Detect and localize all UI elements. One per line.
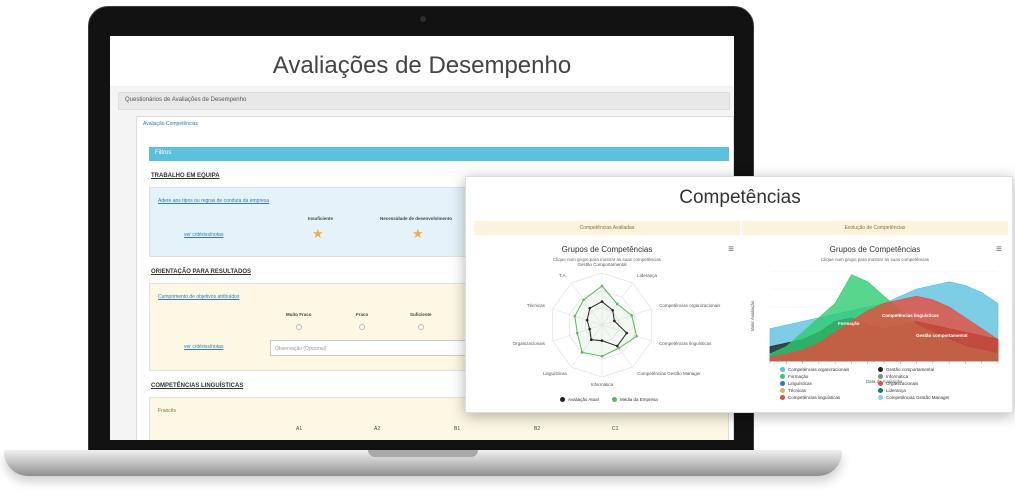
page-header: Avaliações de Desempenho bbox=[110, 36, 734, 86]
legend-item[interactable]: Gestão comportamental bbox=[878, 367, 934, 373]
question-text: Cumprimento de objetivos atribuídos bbox=[158, 294, 240, 300]
breadcrumb-bar: Questionários de Avaliações de Desempenh… bbox=[118, 92, 730, 110]
radar-point[interactable] bbox=[588, 327, 591, 331]
radar-point[interactable] bbox=[582, 298, 585, 302]
radar-panel: Competências Avaliadas Grupos de Competê… bbox=[474, 221, 740, 408]
rating-radio[interactable] bbox=[296, 324, 302, 330]
radar-point[interactable] bbox=[615, 302, 619, 306]
area-panel: Evolução de Competências Grupos de Compe… bbox=[742, 221, 1008, 408]
radar-axis-label: Gestão Comportamental bbox=[577, 262, 627, 267]
section-title-competencias-linguisticas: COMPETÊNCIAS LINGUÍSTICAS bbox=[151, 383, 244, 389]
radar-point[interactable] bbox=[573, 314, 577, 318]
legend-item[interactable]: Técnicas bbox=[780, 388, 806, 394]
radar-axis-label: Competências Gestão Manager bbox=[637, 370, 701, 376]
rating-radio[interactable] bbox=[359, 324, 365, 330]
y-axis-label: Valor Avaliação bbox=[750, 300, 755, 331]
camera-icon bbox=[420, 16, 426, 22]
radar-point[interactable] bbox=[580, 351, 584, 354]
radar-axis-label: T.A. bbox=[558, 273, 567, 279]
laptop-notch bbox=[368, 450, 478, 457]
radar-axis-label: Competências organizacionais bbox=[659, 303, 721, 309]
legend-item[interactable]: Competências linguísticas bbox=[780, 395, 840, 401]
radar-point[interactable] bbox=[585, 318, 589, 322]
scale-label: A1 bbox=[296, 426, 303, 432]
radar-point[interactable] bbox=[600, 300, 604, 303]
legend-item[interactable]: Avaliação Atual bbox=[560, 397, 599, 403]
legend-item[interactable]: Competências Gestão Manager bbox=[878, 395, 950, 401]
radar-point[interactable] bbox=[625, 331, 629, 335]
legend-item[interactable]: Competências organizacionais bbox=[780, 367, 849, 373]
laptop-base bbox=[4, 450, 842, 476]
radar-point[interactable] bbox=[611, 308, 614, 312]
legend-item[interactable]: Formação bbox=[780, 374, 808, 380]
legend-item[interactable]: Média da Empresa bbox=[612, 397, 658, 403]
page-title: Avaliações de Desempenho bbox=[272, 52, 572, 79]
radar-point[interactable] bbox=[615, 344, 619, 348]
legend-item[interactable]: Liderança bbox=[878, 388, 906, 394]
star-icon[interactable]: ★ bbox=[312, 226, 324, 242]
column-label: Suficiente bbox=[410, 312, 432, 317]
legend-item[interactable]: Informática bbox=[878, 374, 908, 380]
star-icon[interactable]: ★ bbox=[412, 226, 424, 242]
column-label: Fraco bbox=[356, 312, 369, 317]
radar-point[interactable] bbox=[630, 314, 633, 317]
area-annotation: Competências linguísticas bbox=[882, 313, 939, 318]
area-annotation: Formação bbox=[838, 321, 860, 326]
radar-point[interactable] bbox=[600, 354, 604, 358]
radar-point[interactable] bbox=[635, 334, 638, 338]
radar-point[interactable] bbox=[613, 319, 616, 323]
legend-item[interactable]: Organizacionais bbox=[878, 381, 918, 387]
radar-axis-label: Organizacionais bbox=[512, 340, 545, 346]
question-text: Adere aos tipos ou regras de conduta da … bbox=[158, 198, 270, 204]
radar-axis-label: Liderança bbox=[637, 273, 658, 279]
radar-axis-label: Informática bbox=[590, 382, 614, 387]
radar-chart[interactable] bbox=[474, 221, 740, 408]
radar-point[interactable] bbox=[600, 284, 604, 288]
radar-axis-label: Técnicas bbox=[526, 303, 545, 309]
breadcrumb[interactable]: Questionários de Avaliações de Desempenh… bbox=[125, 97, 246, 103]
card-title: Competências bbox=[679, 187, 801, 208]
filter-bar[interactable]: Filtros bbox=[149, 147, 729, 161]
radar-point[interactable] bbox=[588, 306, 592, 310]
scale-label: C1 bbox=[612, 426, 619, 432]
legend-item[interactable]: Linguísticas bbox=[780, 381, 812, 387]
section-title-orientacao-resultados: ORIENTAÇÃO PARA RESULTADOS bbox=[151, 269, 251, 275]
tab-competencias[interactable]: Avaliação Competências bbox=[143, 121, 198, 127]
scale-label: B1 bbox=[454, 426, 461, 432]
observation-placeholder: Observação (Opcional) bbox=[275, 346, 327, 352]
column-label: Muito Fraco bbox=[286, 312, 312, 317]
section-title-trabalho-equipa: TRABALHO EM EQUIPA bbox=[151, 173, 220, 179]
competencias-card: Competências Competências Avaliadas Grup… bbox=[465, 176, 1013, 413]
criteria-link[interactable]: ver critérios/notas bbox=[184, 344, 223, 350]
column-label: Insuficiente bbox=[308, 216, 334, 221]
radar-axis-label: Linguísticas bbox=[542, 370, 567, 376]
question-text: Francês bbox=[158, 408, 177, 414]
filter-label: Filtros bbox=[155, 150, 172, 156]
criteria-link[interactable]: ver critérios/notas bbox=[184, 232, 223, 238]
rating-radio[interactable] bbox=[418, 324, 424, 330]
scale-label: B2 bbox=[534, 426, 541, 432]
area-annotation: Gestão comportamental bbox=[916, 333, 968, 338]
radar-point[interactable] bbox=[600, 339, 604, 342]
radar-axis-label: Competências linguísticas bbox=[659, 340, 712, 346]
scale-label: A2 bbox=[374, 426, 381, 432]
radar-point[interactable] bbox=[617, 346, 621, 350]
column-label: Necessidade de desenvolvimento bbox=[380, 216, 453, 221]
radar-point[interactable] bbox=[575, 331, 579, 335]
area-chart[interactable]: Data da AvaliaçãoValor Avaliação Formação… bbox=[742, 221, 1008, 408]
radar-point[interactable] bbox=[590, 338, 593, 342]
